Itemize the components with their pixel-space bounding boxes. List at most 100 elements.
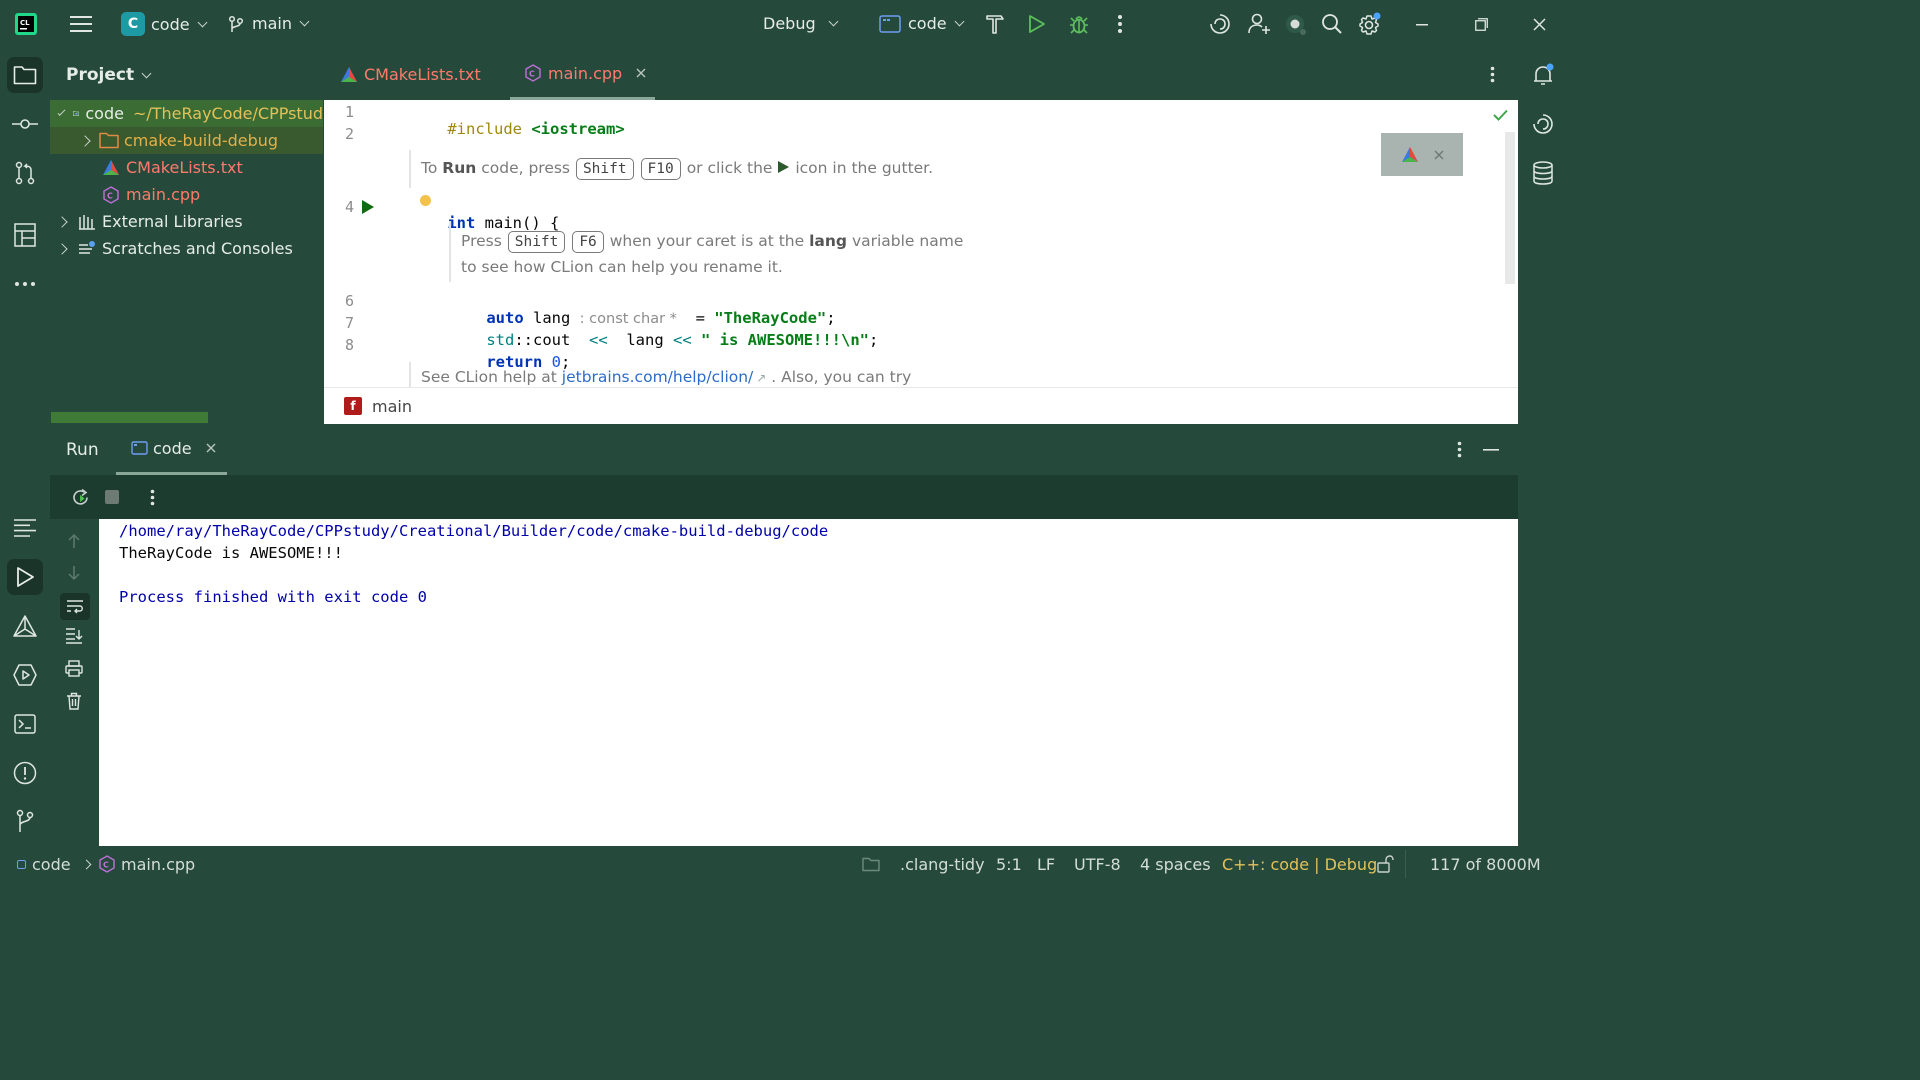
tree-item-cmake-build-debug[interactable]: cmake-build-debug bbox=[50, 127, 323, 154]
tree-item-code[interactable]: code ~/TheRayCode/CPPstud bbox=[50, 100, 323, 127]
doc-comment-help: See CLion help at jetbrains.com/help/cli… bbox=[421, 368, 912, 386]
left-tool-strip bbox=[0, 49, 50, 846]
status-memory[interactable]: 117 of 8000M bbox=[1430, 846, 1541, 882]
git-tool-button[interactable] bbox=[7, 803, 43, 839]
trash-icon[interactable] bbox=[66, 692, 82, 710]
project-panel-header[interactable]: Project bbox=[50, 49, 323, 101]
floating-toolbar[interactable] bbox=[1381, 133, 1463, 176]
arrow-down-icon[interactable] bbox=[67, 565, 81, 581]
project-horizontal-scrollbar[interactable] bbox=[51, 412, 208, 423]
search-icon[interactable] bbox=[1321, 13, 1343, 35]
problems-tool-button[interactable] bbox=[7, 755, 43, 791]
status-lock[interactable] bbox=[1377, 846, 1394, 882]
tree-item-cmakelists[interactable]: CMakeLists.txt bbox=[50, 154, 323, 181]
status-indent[interactable]: 4 spaces bbox=[1140, 846, 1211, 882]
cmake-tool-button[interactable] bbox=[7, 608, 43, 644]
doc-comment-run: To Run code, press Shift F10 or click th… bbox=[421, 158, 933, 180]
structure-tool-button[interactable] bbox=[7, 217, 43, 253]
close-icon[interactable] bbox=[1434, 150, 1444, 160]
app-logo-icon[interactable]: CL bbox=[15, 13, 37, 35]
more-actions-icon[interactable] bbox=[1117, 14, 1123, 34]
status-caret-position[interactable]: 5:1 bbox=[996, 846, 1022, 882]
status-line-separator[interactable]: LF bbox=[1037, 846, 1055, 882]
run-panel-more-icon[interactable] bbox=[1457, 441, 1462, 458]
tab-cmakelists[interactable]: CMakeLists.txt bbox=[340, 49, 481, 100]
f6-key: F6 bbox=[572, 231, 604, 253]
settings-gear-icon[interactable] bbox=[1357, 11, 1383, 37]
commit-tool-button[interactable] bbox=[7, 106, 43, 142]
ai-assistant-icon[interactable] bbox=[1209, 13, 1231, 35]
run-config-selector[interactable]: Debug bbox=[763, 14, 839, 33]
tree-item-main-cpp[interactable]: C main.cpp bbox=[50, 181, 323, 208]
run-toolbar bbox=[50, 475, 1518, 519]
status-crumb-project[interactable]: code bbox=[17, 846, 92, 882]
soft-wrap-button[interactable] bbox=[60, 593, 90, 620]
code-with-me-icon[interactable] bbox=[1284, 12, 1308, 36]
window-close-icon[interactable] bbox=[1533, 18, 1546, 31]
run-tool-button[interactable] bbox=[7, 559, 43, 595]
stop-icon[interactable] bbox=[105, 490, 119, 504]
scroll-to-end-icon[interactable] bbox=[65, 628, 83, 644]
add-user-icon[interactable] bbox=[1247, 12, 1271, 36]
pull-requests-tool-button[interactable] bbox=[7, 155, 43, 191]
database-button[interactable] bbox=[1525, 155, 1561, 191]
more-tools-button[interactable] bbox=[7, 266, 43, 302]
chevron-down-icon[interactable] bbox=[57, 107, 66, 116]
run-tab-code[interactable]: code bbox=[116, 424, 227, 475]
branch-switcher[interactable]: main bbox=[228, 14, 310, 33]
run-play-icon[interactable] bbox=[1028, 14, 1046, 34]
run-panel-title[interactable]: Run bbox=[66, 440, 99, 460]
ai-chat-button[interactable] bbox=[1525, 106, 1561, 142]
window-target-icon bbox=[131, 441, 148, 455]
tree-item-path: ~/TheRayCode/CPPstud bbox=[132, 104, 323, 123]
project-tool-button[interactable] bbox=[7, 57, 43, 93]
gutter-run-icon[interactable] bbox=[361, 199, 375, 215]
editor-more-icon[interactable] bbox=[1490, 66, 1495, 83]
status-crumb-file[interactable]: C main.cpp bbox=[98, 846, 195, 882]
status-encoding[interactable]: UTF-8 bbox=[1074, 846, 1121, 882]
breadcrumb-function[interactable]: main bbox=[372, 397, 412, 416]
notifications-button[interactable] bbox=[1525, 57, 1561, 93]
tree-item-external-libraries[interactable]: External Libraries bbox=[50, 208, 323, 235]
chevron-down-icon bbox=[828, 16, 839, 27]
help-link[interactable]: jetbrains.com/help/clion/ bbox=[562, 368, 753, 386]
cpp-file-icon: C bbox=[525, 64, 541, 82]
main-menu-icon[interactable] bbox=[70, 14, 92, 34]
line-number: 2 bbox=[344, 125, 354, 143]
chevron-right-icon[interactable] bbox=[56, 242, 68, 255]
tree-item-scratches[interactable]: Scratches and Consoles bbox=[50, 235, 323, 262]
status-linter[interactable]: .clang-tidy bbox=[900, 846, 985, 882]
editor-vertical-scrollbar[interactable] bbox=[1505, 132, 1515, 284]
chevron-right-icon[interactable] bbox=[56, 215, 68, 228]
chevron-right-icon[interactable] bbox=[79, 134, 91, 147]
target-selector[interactable]: code bbox=[879, 14, 965, 33]
status-context[interactable]: C++: code | Debug bbox=[1222, 846, 1377, 882]
project-panel: Project code ~/TheRayCode/CPPstud cmake-… bbox=[50, 49, 323, 424]
close-tab-icon[interactable] bbox=[206, 443, 216, 453]
structure-list-tool-button[interactable] bbox=[7, 510, 43, 546]
rerun-icon[interactable] bbox=[71, 488, 90, 507]
svg-text:C: C bbox=[107, 191, 113, 200]
window-minimize-icon[interactable] bbox=[1416, 24, 1428, 26]
terminal-tool-button[interactable] bbox=[7, 706, 43, 742]
inspection-ok-icon[interactable] bbox=[1493, 109, 1508, 121]
status-vcs-folder[interactable] bbox=[862, 846, 880, 882]
print-icon[interactable] bbox=[65, 660, 83, 677]
arrow-up-icon[interactable] bbox=[67, 533, 81, 549]
run-toolbar-more-icon[interactable] bbox=[150, 489, 155, 506]
run-console-output[interactable]: /home/ray/TheRayCode/CPPstudy/Creational… bbox=[99, 519, 1518, 846]
minimize-panel-icon[interactable] bbox=[1483, 449, 1499, 451]
code-editor[interactable]: 1 2 4 6 7 8 #include <iostream> To Run c… bbox=[324, 100, 1518, 387]
close-tab-icon[interactable] bbox=[636, 68, 646, 78]
build-hammer-icon[interactable] bbox=[985, 13, 1005, 35]
cmake-icon[interactable] bbox=[1401, 146, 1419, 163]
debug-bug-icon[interactable] bbox=[1068, 13, 1090, 35]
services-tool-button[interactable] bbox=[7, 657, 43, 693]
project-switcher[interactable]: C code bbox=[121, 12, 208, 36]
folder-icon bbox=[99, 132, 119, 149]
window-restore-icon[interactable] bbox=[1475, 18, 1488, 31]
chevron-right-icon bbox=[81, 859, 92, 869]
right-tool-strip bbox=[1518, 49, 1568, 846]
intention-bulb-icon[interactable] bbox=[420, 195, 431, 206]
tab-main-cpp[interactable]: C main.cpp bbox=[510, 49, 655, 100]
